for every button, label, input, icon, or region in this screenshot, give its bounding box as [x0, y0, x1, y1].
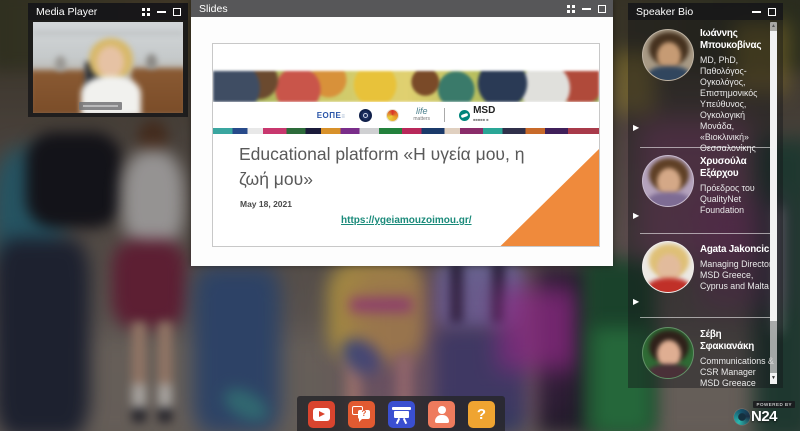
on24-logo-text: N24	[751, 408, 777, 425]
minimize-icon[interactable]	[752, 11, 761, 13]
speaker-bio-window: Speaker Bio Ιωάννης Μπουκοβίνας MD, PhD,…	[628, 3, 783, 388]
speaker-bio-icon[interactable]	[428, 401, 455, 428]
divider	[640, 233, 774, 234]
webcam-video[interactable]	[33, 22, 183, 113]
scroll-up-button[interactable]: ▲	[770, 22, 777, 31]
media-player-title: Media Player	[28, 6, 97, 18]
speaker-entry: Agata Jakoncic Managing Director MSD Gre…	[700, 244, 774, 292]
media-player-window: Media Player	[28, 3, 188, 117]
speaker-avatar	[642, 241, 694, 293]
speaker-bio-titlebar[interactable]: Speaker Bio	[628, 3, 783, 20]
speaker-bio-text: Πρόεδρος του QualityNet Foundation	[700, 183, 774, 216]
speaker-bio-text: Communications & CSR Manager MSD Greeace	[700, 356, 774, 389]
maximize-icon[interactable]	[768, 8, 776, 16]
speaker-bio-title: Speaker Bio	[628, 6, 693, 18]
speaker-name: Χρυσούλα Εξάρχου	[700, 156, 774, 180]
speaker-entry: Σέβη Σφακιανάκη Communications & CSR Man…	[700, 329, 774, 389]
divider	[640, 317, 774, 318]
speaker-entry: Χρυσούλα Εξάρχου Πρόεδρος του QualityNet…	[700, 156, 774, 216]
life-matters-logo: lifematters	[413, 107, 430, 123]
slides-window: Slides ΕΟΠΕ≡ lifematters MSD■■■■■ ■	[191, 0, 613, 266]
bio-scrollbar: ▲ ▼	[770, 22, 777, 384]
slide-mosaic-strip	[213, 128, 599, 134]
play-bio-button[interactable]: ▶	[633, 297, 643, 306]
on24-logo-icon	[734, 409, 750, 425]
on24-branding: POWERED BY N24	[734, 401, 796, 427]
slides-titlebar[interactable]: Slides	[191, 0, 613, 17]
qa-icon[interactable]: ?	[348, 401, 375, 428]
speaker-name: Agata Jakoncic	[700, 244, 774, 256]
console-toolbar: ? ?	[297, 396, 505, 431]
maximize-icon[interactable]	[598, 5, 606, 13]
speaker-entry: Ιωάννης Μπουκοβίνας MD, PhD, Παθολόγος-Ο…	[700, 28, 774, 154]
speaker-avatar	[642, 327, 694, 379]
powered-by-label: POWERED BY	[753, 401, 795, 408]
slide-url: https://ygeiamouzoimou.gr/	[341, 215, 472, 226]
minimize-icon[interactable]	[582, 8, 591, 10]
scroll-down-button[interactable]: ▼	[770, 373, 777, 384]
eope-logo: ΕΟΠΕ≡	[317, 111, 346, 120]
msd-logo: MSD■■■■■ ■	[459, 106, 495, 124]
slide-title: Educational platform «Η υγεία μου, η ζωή…	[239, 142, 529, 192]
minimize-icon[interactable]	[157, 11, 166, 13]
speaker-name: Ιωάννης Μπουκοβίνας	[700, 28, 774, 52]
divider	[640, 147, 774, 148]
speaker-avatar	[642, 29, 694, 81]
color-circle-logo	[386, 109, 399, 122]
media-player-icon[interactable]	[308, 401, 335, 428]
drag-grid-icon[interactable]	[142, 8, 150, 16]
scroll-thumb[interactable]	[770, 31, 777, 321]
slide-date: May 18, 2021	[240, 199, 292, 209]
webcast-console: Media Player Slides	[0, 0, 800, 431]
slide-banner-photo	[213, 71, 599, 102]
navy-circle-logo	[359, 109, 372, 122]
drag-grid-icon[interactable]	[567, 5, 575, 13]
current-slide: ΕΟΠΕ≡ lifematters MSD■■■■■ ■ Educational…	[212, 43, 600, 247]
speaker-bio-text: Managing Director MSD Greece, Cyprus and…	[700, 259, 774, 292]
speaker-avatar	[642, 155, 694, 207]
slide-logo-strip: ΕΟΠΕ≡ lifematters MSD■■■■■ ■	[213, 102, 599, 128]
media-player-titlebar[interactable]: Media Player	[28, 3, 188, 20]
speaker-name: Σέβη Σφακιανάκη	[700, 329, 774, 353]
speaker-bio-text: MD, PhD, Παθολόγος-Ογκολόγος, Επιστημονι…	[700, 55, 774, 154]
presenter-name-tag	[79, 102, 122, 110]
slides-title: Slides	[191, 3, 228, 15]
slides-icon[interactable]	[388, 401, 415, 428]
maximize-icon[interactable]	[173, 8, 181, 16]
help-icon[interactable]: ?	[468, 401, 495, 428]
play-bio-button[interactable]: ▶	[633, 123, 643, 132]
play-bio-button[interactable]: ▶	[633, 211, 643, 220]
